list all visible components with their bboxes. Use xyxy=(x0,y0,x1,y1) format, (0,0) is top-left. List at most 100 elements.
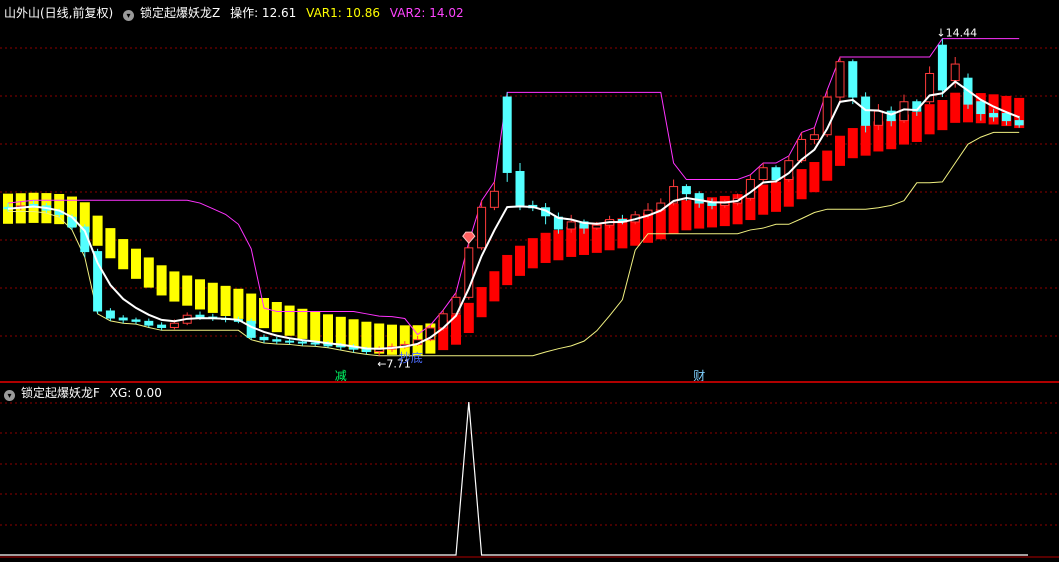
xg-signal-line xyxy=(0,401,1028,556)
candle-body xyxy=(144,320,154,326)
yellow-band-bar xyxy=(195,279,205,310)
candle-body xyxy=(861,96,871,126)
candle-body xyxy=(809,134,819,140)
yellow-band-bar xyxy=(169,271,180,302)
candle-body xyxy=(835,61,845,98)
red-band-bar xyxy=(668,203,679,234)
yellow-band-bar xyxy=(131,248,141,279)
red-band-bar xyxy=(476,287,487,318)
candle-body xyxy=(195,314,205,318)
main-header: 山外山(日线,前复权) ▾ 锁定起爆妖龙Z 操作: 12.61 VAR1: 10.… xyxy=(4,4,470,22)
yellow-band-bar xyxy=(220,285,231,317)
candle-body xyxy=(246,320,256,338)
candle-body xyxy=(131,319,141,322)
candle-body xyxy=(310,342,320,345)
stock-title: 山外山(日线,前复权) xyxy=(4,6,114,20)
candle-body xyxy=(1014,120,1024,126)
red-band-bar xyxy=(771,181,781,212)
candle-body xyxy=(29,203,39,206)
red-band-bar xyxy=(758,184,769,215)
red-band-bar xyxy=(540,232,551,263)
red-band-bar xyxy=(515,245,525,276)
red-band-bar xyxy=(950,92,961,123)
op-value: 操作: 12.61 xyxy=(230,6,297,20)
candle-body xyxy=(758,167,768,181)
red-band-bar xyxy=(463,302,474,334)
sub-header: ▾ 锁定起爆妖龙F XG: 0.00 xyxy=(4,384,168,402)
candle-body xyxy=(118,317,128,321)
yellow-band-bar xyxy=(105,228,116,259)
red-band-bar xyxy=(655,209,666,240)
red-band-bar xyxy=(553,230,564,261)
candle-body xyxy=(169,322,179,328)
red-band-bars xyxy=(438,92,1025,351)
red-band-bar xyxy=(822,150,833,181)
candle-body xyxy=(285,340,295,343)
candle-body xyxy=(707,202,717,206)
candle-body xyxy=(976,101,986,115)
red-band-bar xyxy=(796,169,807,200)
red-band-bar xyxy=(502,254,513,286)
sub-panel-grid xyxy=(0,402,1059,558)
candle-body xyxy=(1001,113,1011,122)
yellow-band-bar xyxy=(233,288,244,319)
candle-body xyxy=(515,170,525,206)
red-band-bar xyxy=(847,128,858,159)
signal-label-cai: 财 xyxy=(693,369,705,383)
candle-body xyxy=(771,167,781,181)
red-band-bar xyxy=(809,162,820,193)
red-band-bar xyxy=(835,135,845,166)
var2-value: VAR2: 14.02 xyxy=(389,6,464,20)
var1-value: VAR1: 10.86 xyxy=(306,6,380,20)
candle-body xyxy=(157,324,167,328)
formula-name[interactable]: 锁定起爆妖龙Z xyxy=(140,6,220,20)
diamond-shape xyxy=(462,231,476,244)
yellow-band-bar xyxy=(156,265,167,296)
var1-yellow-line xyxy=(8,131,1020,357)
candle-body xyxy=(477,206,487,249)
formula-toggle-icon[interactable]: ▾ xyxy=(123,10,135,21)
sub-formula-name[interactable]: 锁定起爆妖龙F xyxy=(21,386,100,400)
formula-toggle-icon[interactable]: ▾ xyxy=(4,390,15,401)
yellow-band-bar xyxy=(207,282,218,313)
yellow-band-bar xyxy=(297,308,308,339)
candle-body xyxy=(937,44,947,91)
red-band-bar xyxy=(911,111,922,142)
candle-body xyxy=(989,113,999,118)
signal-label-jian: 减 xyxy=(335,369,347,383)
xg-value: XG: 0.00 xyxy=(109,386,162,400)
yellow-band-bar xyxy=(335,316,346,347)
candle-body xyxy=(566,221,576,230)
red-band-bar xyxy=(924,104,935,135)
yellow-band-bar xyxy=(259,297,269,329)
candle-body xyxy=(950,63,960,82)
candlestick-series[interactable] xyxy=(3,38,1024,356)
candle-body xyxy=(297,341,307,344)
signal-label-chaodi: 抄底 xyxy=(399,350,423,365)
candle-body xyxy=(502,96,512,173)
yellow-band-bar xyxy=(284,305,295,336)
candle-body xyxy=(681,186,691,195)
yellow-band-bar xyxy=(323,314,333,345)
red-band-bar xyxy=(489,271,500,302)
candle-body xyxy=(272,339,282,342)
red-band-bar xyxy=(937,99,948,131)
yellow-band-bar xyxy=(271,302,282,333)
yellow-band-bar xyxy=(92,215,103,246)
yellow-band-bar xyxy=(310,311,321,342)
candle-body xyxy=(259,336,269,341)
candle-body xyxy=(873,110,883,126)
diamond-signal-icon xyxy=(462,231,476,244)
red-band-bar xyxy=(527,238,538,269)
candle-body xyxy=(489,190,499,208)
candle-body xyxy=(848,61,858,98)
yellow-band-bar xyxy=(143,257,154,288)
yellow-band-bar xyxy=(182,275,193,306)
candle-body xyxy=(67,216,77,228)
chart-stage: ←7.71 ↓14.44 减 抄底 财 xyxy=(0,27,1059,558)
high-price-label: ↓14.44 xyxy=(936,27,977,40)
candle-body xyxy=(105,310,115,319)
candle-body xyxy=(694,193,704,204)
yellow-band-bar xyxy=(118,239,129,270)
red-band-bar xyxy=(681,200,692,231)
